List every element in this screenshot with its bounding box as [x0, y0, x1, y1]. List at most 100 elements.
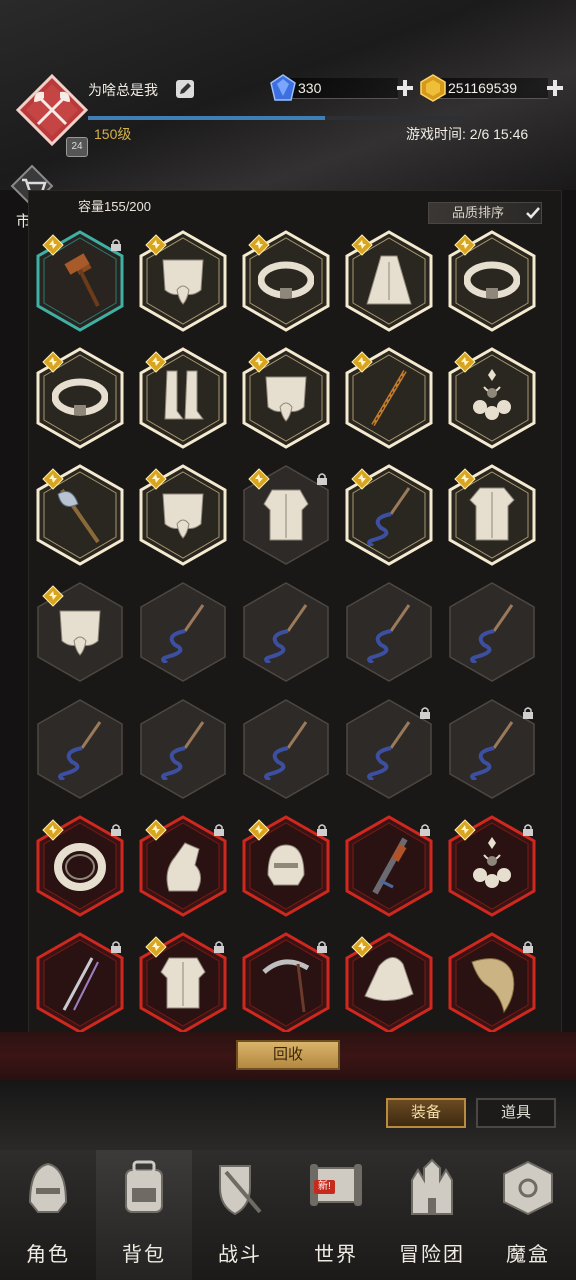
inventory-slot[interactable] [240, 696, 332, 802]
lock-icon [317, 824, 327, 836]
amulet-icon [473, 837, 511, 888]
nav-label: 背包 [122, 1244, 166, 1266]
crossbow-icon [372, 837, 408, 895]
inventory-slot[interactable] [137, 345, 229, 451]
lock-icon [523, 707, 533, 719]
rarity-star-icon [42, 819, 64, 841]
robe-icon [469, 487, 515, 541]
nav-item[interactable]: 冒险团 [384, 1150, 480, 1280]
rarity-star-icon [42, 468, 64, 490]
belt-icon [52, 378, 108, 416]
inventory-slot[interactable] [34, 579, 126, 685]
armor-icon [160, 957, 206, 1009]
inventory-slot[interactable] [343, 930, 435, 1036]
rarity-star-icon [145, 819, 167, 841]
whip-icon [470, 604, 514, 663]
inventory-slot[interactable] [446, 345, 538, 451]
inventory-slot[interactable] [446, 696, 538, 802]
inventory-slot[interactable] [343, 579, 435, 685]
lock-icon [420, 707, 430, 719]
inventory-slot[interactable] [446, 930, 538, 1036]
inventory-slot[interactable] [137, 228, 229, 334]
ring-icon [54, 843, 106, 891]
new-badge: 新! [314, 1180, 335, 1194]
rarity-star-icon [248, 351, 270, 373]
boots-icon [164, 370, 204, 420]
inventory-slot[interactable] [446, 462, 538, 568]
inventory-slot[interactable] [446, 579, 538, 685]
lock-icon [317, 941, 327, 953]
lock-icon [420, 824, 430, 836]
wizard-hat-icon [364, 957, 414, 1001]
inventory-slot[interactable] [34, 813, 126, 919]
nav-label: 战斗 [218, 1244, 262, 1266]
inventory-slot[interactable] [240, 579, 332, 685]
sort-label: 品质排序 [452, 205, 505, 220]
inventory-slot[interactable] [446, 813, 538, 919]
nav-item[interactable]: 背包 [96, 1150, 192, 1280]
inventory-slot[interactable] [240, 228, 332, 334]
inventory-slot[interactable] [343, 696, 435, 802]
edit-name-icon[interactable] [175, 79, 195, 99]
whip-icon [367, 487, 411, 546]
lock-icon [214, 941, 224, 953]
inventory-slot[interactable] [343, 345, 435, 451]
inventory-grid [34, 228, 544, 1034]
inventory-slot[interactable] [240, 345, 332, 451]
cloth-pants-icon [265, 376, 307, 422]
tab-props[interactable]: 道具 [476, 1098, 556, 1128]
recycle-button[interactable]: 回收 [236, 1040, 340, 1070]
cloth-pants-icon [59, 610, 101, 656]
inventory-slot[interactable] [34, 462, 126, 568]
inventory-slot[interactable] [240, 462, 332, 568]
add-gems-icon[interactable] [396, 79, 414, 97]
rarity-star-icon [351, 234, 373, 256]
nav-item[interactable]: 战斗 [192, 1150, 288, 1280]
whip-icon [58, 721, 102, 780]
inventory-slot[interactable] [137, 813, 229, 919]
tab-equipment[interactable]: 装备 [386, 1098, 466, 1128]
battle-axe-icon [57, 488, 100, 544]
sort-by-quality-button[interactable]: 品质排序 [428, 202, 542, 224]
inventory-capacity: 容量155/200 [78, 199, 151, 214]
whip-icon [264, 721, 308, 780]
rarity-star-icon [248, 819, 270, 841]
nav-item[interactable]: 角色 [0, 1150, 96, 1280]
inventory-slot[interactable] [343, 228, 435, 334]
inventory-slot[interactable] [34, 345, 126, 451]
add-gold-icon[interactable] [546, 79, 564, 97]
belt-icon [464, 261, 520, 299]
whip-icon [470, 721, 514, 780]
inventory-slot[interactable] [137, 462, 229, 568]
horn-icon [471, 958, 515, 1014]
inventory-slot[interactable] [240, 813, 332, 919]
guild-emblem-icon[interactable] [16, 74, 88, 146]
cloth-pants-icon [162, 259, 204, 305]
inventory-slot[interactable] [34, 930, 126, 1036]
player-name: 为啥总是我 [88, 82, 158, 98]
magic-cube-icon [503, 1160, 553, 1216]
amulet-icon [473, 369, 511, 420]
inventory-slot[interactable] [343, 813, 435, 919]
xp-bar-fill [88, 116, 325, 120]
game-time: 游戏时间: 2/6 15:46 [406, 126, 529, 142]
nav-item[interactable]: 新! 世界 [288, 1150, 384, 1280]
lock-icon [111, 941, 121, 953]
rarity-star-icon [454, 819, 476, 841]
inventory-slot[interactable] [34, 696, 126, 802]
inventory-slot[interactable] [137, 579, 229, 685]
cloak-icon [366, 255, 412, 305]
rarity-star-icon [351, 351, 373, 373]
blue-gem-icon [270, 74, 296, 101]
nav-label: 冒险团 [399, 1244, 465, 1266]
nav-label: 角色 [26, 1244, 70, 1266]
inventory-slot[interactable] [343, 462, 435, 568]
lock-icon [523, 824, 533, 836]
inventory-slot[interactable] [446, 228, 538, 334]
inventory-slot[interactable] [137, 930, 229, 1036]
inventory-slot[interactable] [240, 930, 332, 1036]
nav-label: 世界 [314, 1244, 358, 1266]
inventory-slot[interactable] [34, 228, 126, 334]
nav-item[interactable]: 魔盒 [480, 1150, 576, 1280]
inventory-slot[interactable] [137, 696, 229, 802]
